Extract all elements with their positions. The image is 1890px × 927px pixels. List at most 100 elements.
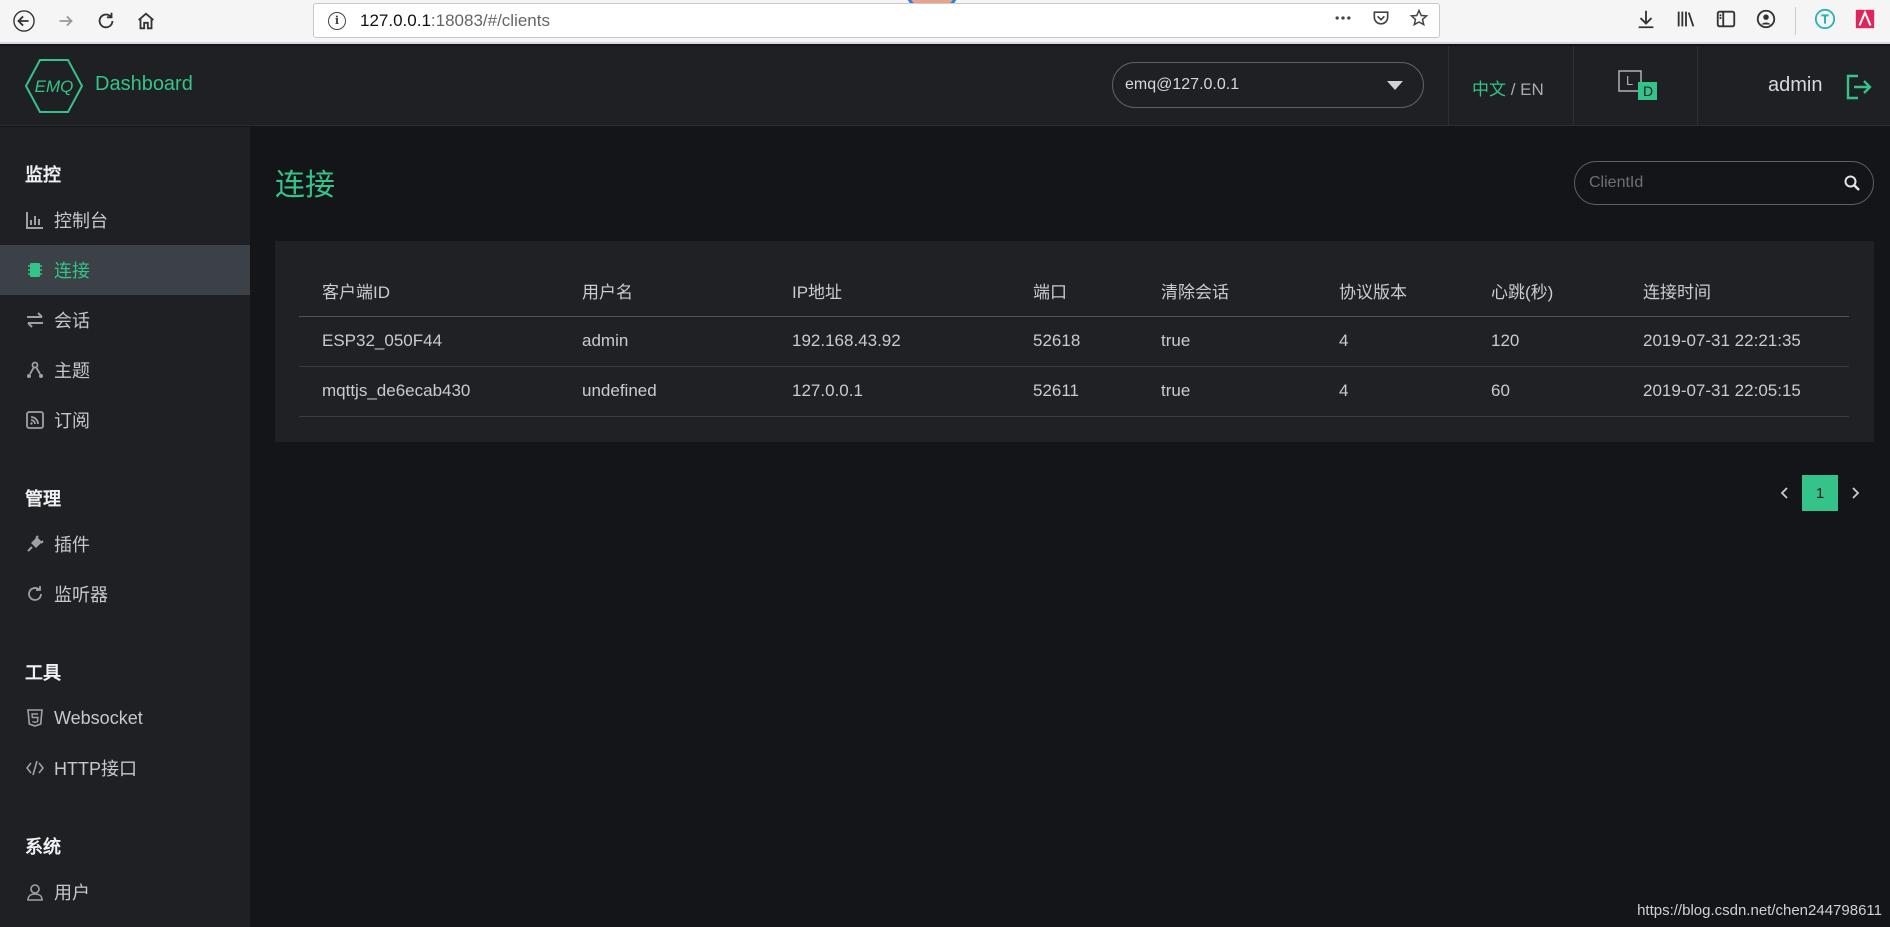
cell-keepalive: 120: [1468, 316, 1620, 367]
url-host: 127.0.0.1: [360, 10, 431, 30]
prev-page-icon[interactable]: [1770, 476, 1800, 510]
code-icon: [25, 758, 45, 778]
logout-icon[interactable]: [1844, 73, 1872, 101]
bar-chart-icon: [25, 210, 45, 230]
sidebar-toggle-icon[interactable]: [1715, 8, 1737, 35]
html5-icon: [25, 708, 45, 728]
search-icon[interactable]: [1843, 174, 1861, 192]
column-header-proto-ver: 协议版本: [1316, 266, 1468, 317]
table-header-row: 客户端ID 用户名 IP地址 端口 清除会话 协议版本 心跳(秒) 连接时间: [299, 266, 1849, 317]
sidebar-item-listeners[interactable]: 监听器: [0, 569, 250, 619]
sidebar-item-users[interactable]: 用户: [0, 867, 250, 917]
sidebar-item-websocket[interactable]: Websocket: [0, 693, 250, 743]
lang-en-link[interactable]: EN: [1520, 80, 1544, 99]
sidebar-item-label: 主题: [54, 361, 90, 381]
sidebar-item-clients[interactable]: 连接: [0, 245, 250, 295]
cell-clean-session: true: [1138, 316, 1316, 367]
home-icon[interactable]: [130, 6, 162, 36]
column-header-ip: IP地址: [769, 266, 1010, 317]
forward-icon[interactable]: [50, 6, 82, 36]
sidebar-item-label: 用户: [54, 883, 90, 903]
plug-icon: [25, 534, 45, 554]
adblock-extension-icon[interactable]: [1854, 8, 1876, 35]
cell-username: admin: [559, 316, 769, 367]
page-title: 连接: [275, 169, 335, 202]
refresh-icon: [25, 584, 45, 604]
toolbar-separator: [1795, 7, 1796, 35]
download-icon[interactable]: [1635, 8, 1657, 35]
pagination: 1: [1770, 475, 1870, 511]
url-path: :18083/#/clients: [430, 10, 550, 30]
language-switch: 中文 / EN: [1472, 75, 1544, 100]
app-header: EMQ Dashboard emq@127.0.0.1 中文 / EN L D …: [0, 46, 1890, 126]
chip-icon: [25, 260, 45, 280]
emq-logo-icon[interactable]: EMQ: [24, 58, 84, 114]
back-icon[interactable]: [8, 6, 40, 36]
app-name: Dashboard: [95, 73, 193, 95]
sidebar-item-label: 监听器: [54, 585, 108, 605]
sidebar-item-topics[interactable]: 主题: [0, 345, 250, 395]
column-header-port: 端口: [1010, 266, 1138, 317]
reload-icon[interactable]: [90, 6, 122, 36]
nav-group-tools: 工具: [25, 663, 61, 683]
cell-ip: 192.168.43.92: [769, 316, 1010, 367]
clients-panel: 客户端ID 用户名 IP地址 端口 清除会话 协议版本 心跳(秒) 连接时间 E…: [275, 241, 1874, 442]
column-header-client-id: 客户端ID: [299, 266, 559, 317]
cell-client-id: mqttjs_de6ecab430: [299, 366, 559, 417]
sidebar-item-label: 订阅: [54, 411, 90, 431]
header-divider: [1448, 46, 1449, 126]
sidebar-item-label: 连接: [54, 261, 90, 281]
sidebar-item-plugins[interactable]: 插件: [0, 519, 250, 569]
cell-client-id: ESP32_050F44: [299, 316, 559, 367]
cell-connected-at: 2019-07-31 22:21:35: [1620, 316, 1849, 367]
user-name[interactable]: admin: [1768, 74, 1822, 97]
library-icon[interactable]: [1675, 8, 1697, 35]
header-divider: [1697, 46, 1698, 126]
logo-text: EMQ: [35, 77, 74, 96]
cell-port: 52618: [1010, 316, 1138, 367]
browser-extensions: [1635, 6, 1890, 36]
cell-ip: 127.0.0.1: [769, 366, 1010, 417]
page-number[interactable]: 1: [1802, 475, 1838, 511]
cell-keepalive: 60: [1468, 366, 1620, 417]
translate-extension-icon[interactable]: [1814, 8, 1836, 35]
client-search: [1574, 161, 1874, 205]
search-input[interactable]: [1589, 170, 1829, 196]
browser-toolbar: i 127.0.0.1:18083/#/clients: [0, 0, 1890, 44]
cell-connected-at: 2019-07-31 22:05:15: [1620, 366, 1849, 417]
next-page-icon[interactable]: [1840, 476, 1870, 510]
account-icon[interactable]: [1755, 8, 1777, 35]
bookmark-star-icon[interactable]: [1409, 8, 1429, 33]
more-actions-icon[interactable]: [1333, 8, 1353, 33]
cell-username: undefined: [559, 366, 769, 417]
node-select[interactable]: emq@127.0.0.1: [1112, 62, 1424, 108]
cell-proto-ver: 4: [1316, 366, 1468, 417]
node-select-value: emq@127.0.0.1: [1125, 76, 1240, 93]
sidebar-item-label: 控制台: [54, 211, 108, 231]
rss-icon: [25, 410, 45, 430]
lang-zh-link[interactable]: 中文: [1472, 80, 1506, 99]
header-divider: [1573, 46, 1574, 126]
theme-switch-icon[interactable]: L D: [1618, 70, 1658, 102]
column-header-username: 用户名: [559, 266, 769, 317]
sidebar-item-label: HTTP接口: [54, 759, 137, 779]
sidebar-item-overview[interactable]: 控制台: [0, 195, 250, 245]
user-icon: [25, 882, 45, 902]
pocket-icon[interactable]: [1371, 8, 1391, 33]
table-row[interactable]: mqttjs_de6ecab430 undefined 127.0.0.1 52…: [299, 366, 1849, 417]
nav-group-manage: 管理: [25, 489, 61, 509]
sidebar-item-label: Websocket: [54, 707, 143, 728]
sidebar-item-http-api[interactable]: HTTP接口: [0, 743, 250, 793]
column-header-clean-session: 清除会话: [1138, 266, 1316, 317]
share-icon: [25, 360, 45, 380]
url-bar[interactable]: i 127.0.0.1:18083/#/clients: [313, 3, 1440, 38]
info-icon[interactable]: i: [328, 11, 346, 30]
watermark: https://blog.csdn.net/chen244798611: [1637, 902, 1882, 919]
cell-port: 52611: [1010, 366, 1138, 417]
sidebar-item-subscriptions[interactable]: 订阅: [0, 395, 250, 445]
theme-light-label: L: [1626, 73, 1633, 88]
nav-group-monitor: 监控: [25, 165, 61, 185]
sidebar-item-sessions[interactable]: 会话: [0, 295, 250, 345]
cell-clean-session: true: [1138, 366, 1316, 417]
table-row[interactable]: ESP32_050F44 admin 192.168.43.92 52618 t…: [299, 316, 1849, 367]
